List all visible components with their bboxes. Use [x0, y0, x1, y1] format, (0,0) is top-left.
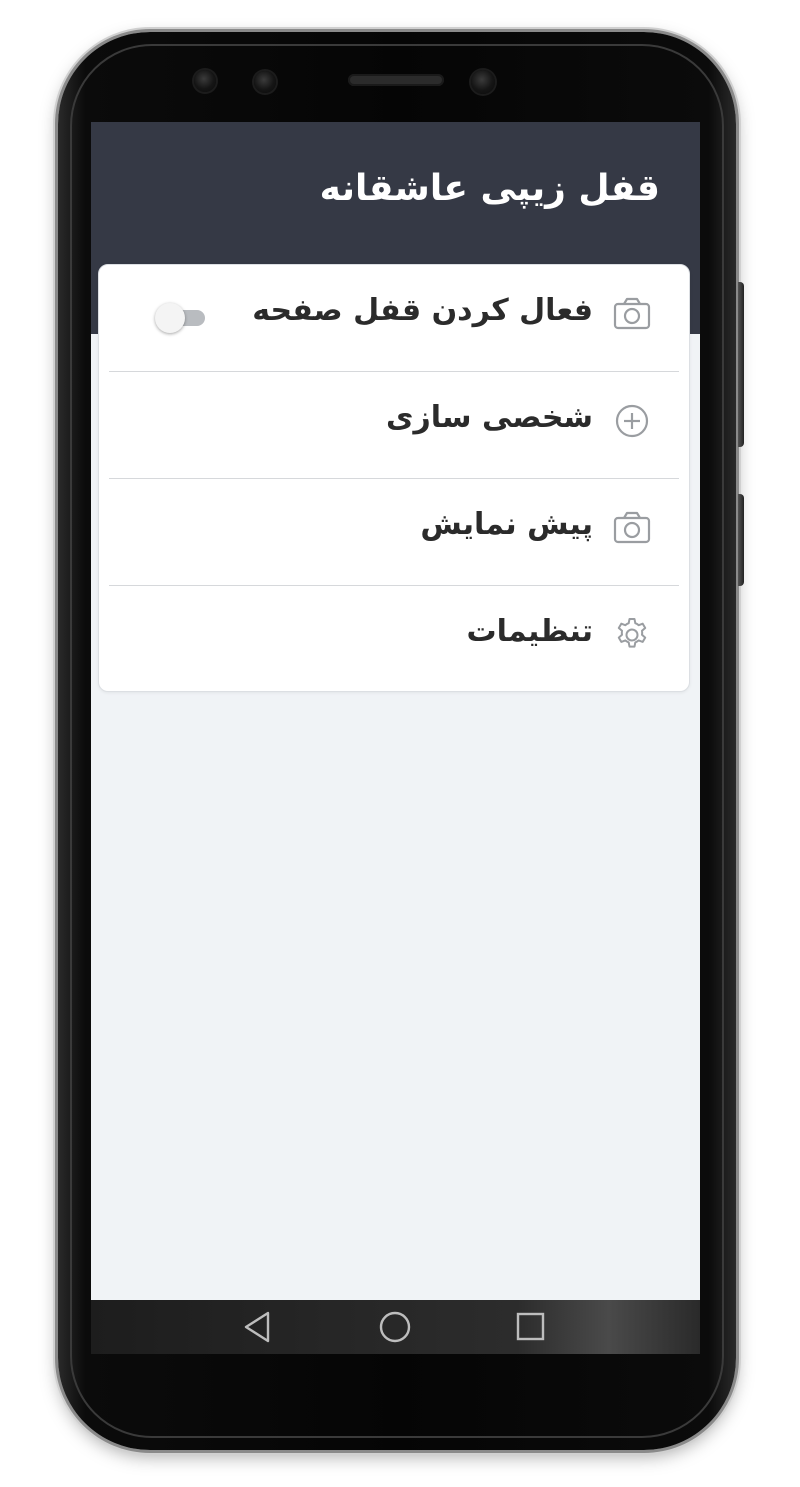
menu-item-label: شخصی سازی [385, 400, 593, 435]
triangle-back-icon[interactable] [238, 1308, 278, 1346]
circle-home-icon[interactable] [375, 1308, 415, 1346]
power-button [738, 282, 744, 447]
phone-screen: قفل زیپی عاشقانه فعال کردن قفل صفحه شخصی… [91, 122, 700, 1354]
lock-toggle[interactable] [155, 303, 207, 333]
front-camera [254, 71, 276, 93]
light-sensor [471, 70, 495, 94]
camera-icon [613, 295, 651, 333]
menu-item-settings[interactable]: تنظیمات [109, 586, 679, 693]
menu-card: فعال کردن قفل صفحه شخصی سازی پیش نمایش ت… [98, 264, 690, 692]
earpiece-speaker [348, 74, 444, 86]
mockup-stage: قفل زیپی عاشقانه فعال کردن قفل صفحه شخصی… [0, 0, 800, 1487]
menu-item-preview[interactable]: پیش نمایش [109, 479, 679, 586]
phone-frame: قفل زیپی عاشقانه فعال کردن قفل صفحه شخصی… [58, 32, 744, 1450]
menu-item-label: پیش نمایش [420, 507, 593, 542]
volume-button [738, 494, 744, 586]
gear-icon [613, 616, 651, 654]
menu-item-customize[interactable]: شخصی سازی [109, 372, 679, 479]
menu-item-enable-lock[interactable]: فعال کردن قفل صفحه [109, 265, 679, 372]
camera-icon [613, 509, 651, 547]
app-title: قفل زیپی عاشقانه [319, 168, 660, 209]
navigation-bar [91, 1300, 700, 1354]
proximity-sensor [194, 70, 216, 92]
menu-item-label: تنظیمات [466, 614, 593, 649]
square-recents-icon[interactable] [510, 1308, 550, 1346]
menu-item-label: فعال کردن قفل صفحه [252, 293, 593, 328]
plus-circle-icon [613, 402, 651, 440]
toggle-knob [155, 303, 185, 333]
